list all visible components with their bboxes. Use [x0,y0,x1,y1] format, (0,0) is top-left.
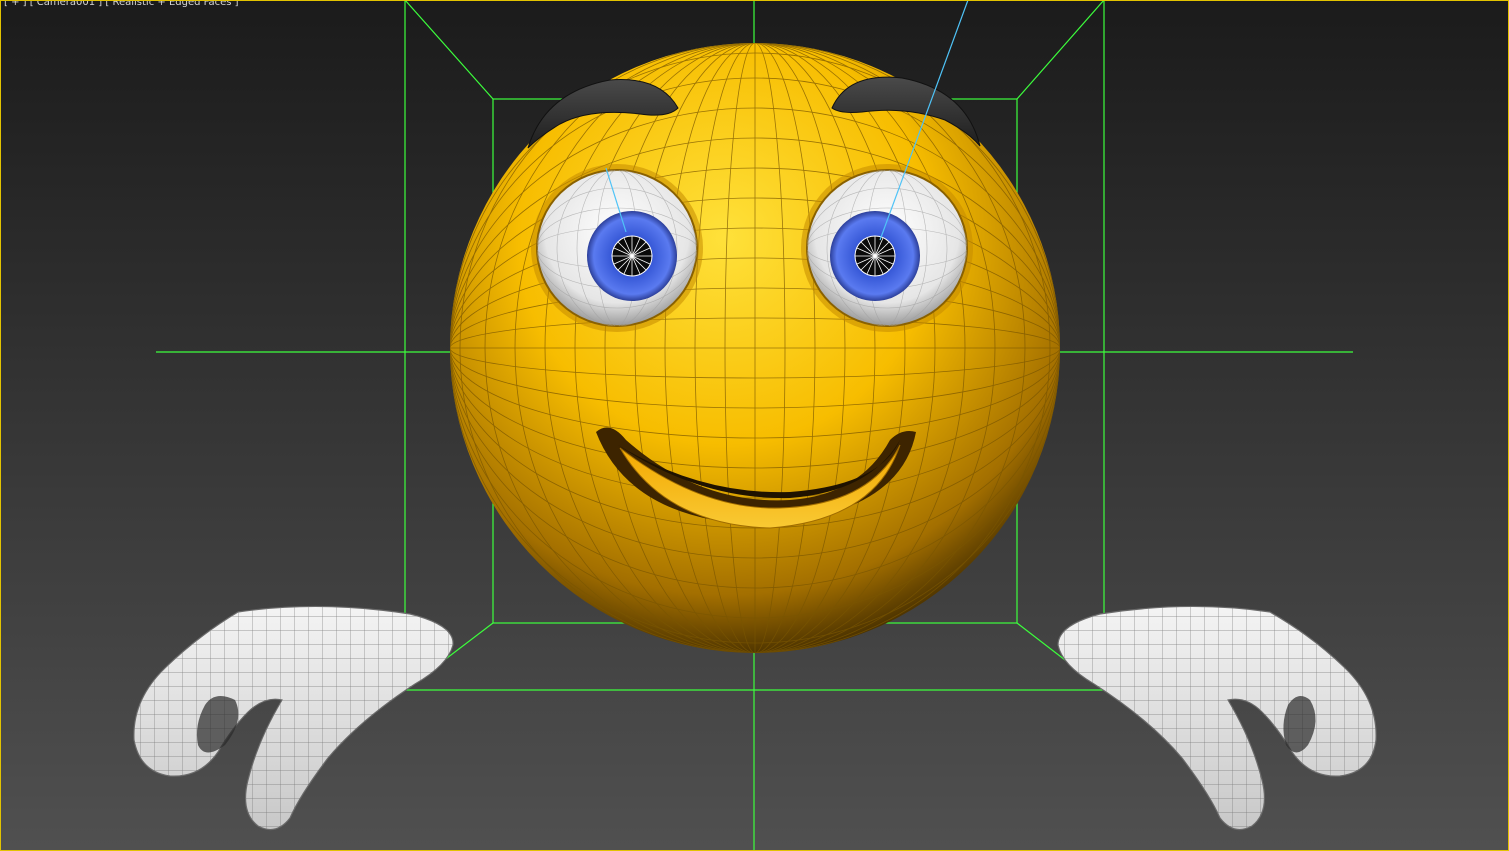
left-eye[interactable] [531,164,703,332]
right-eye[interactable] [801,164,973,332]
3d-viewport-camera[interactable]: [ + ] [ Camera001 ] [ Realistic + Edged … [0,0,1509,851]
left-iris [587,211,677,301]
scene-canvas[interactable] [0,0,1509,851]
viewport-label[interactable]: [ + ] [ Camera001 ] [ Realistic + Edged … [4,0,239,8]
right-iris [830,211,920,301]
